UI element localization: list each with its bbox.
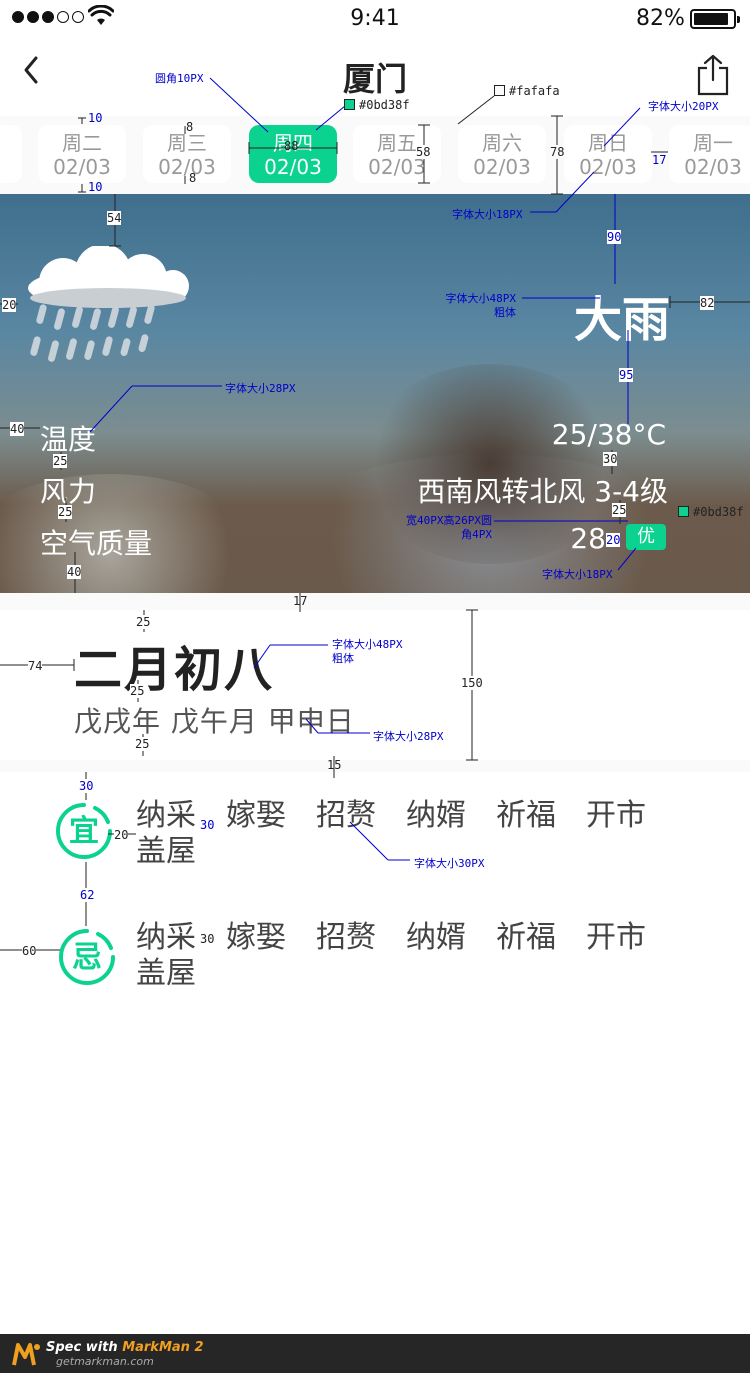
footer-brand: Spec with MarkMan 2 (46, 1340, 204, 1355)
spec-number: 15 (327, 758, 342, 772)
spec-number: 88 (284, 139, 299, 153)
spec-number: 82 (700, 296, 715, 310)
markman-logo-icon (12, 1343, 40, 1366)
spec-number: 74 (28, 659, 43, 673)
spec-number: 20 (114, 828, 129, 842)
spec-note: #0bd38f (678, 505, 744, 519)
spec-note: 圆角10PX (155, 72, 204, 85)
spec-note: 字体大小48PX 粗体 (332, 638, 403, 665)
spec-number: 25 (53, 454, 68, 468)
spec-number: 20 (606, 533, 621, 547)
spec-note: 字体大小28PX (225, 382, 296, 395)
spec-number: 25 (135, 737, 150, 751)
spec-note: 字体大小20PX (648, 100, 719, 113)
spec-number: 17 (293, 594, 308, 608)
spec-number: 40 (10, 422, 25, 436)
spec-note: 字体大小28PX (373, 730, 444, 743)
spec-number: 25 (130, 684, 145, 698)
spec-note: 宽40PX高26PX圆 角4PX (406, 514, 492, 541)
spec-number: 25 (612, 503, 627, 517)
spec-number: 30 (200, 932, 215, 946)
spec-number: 8 (189, 171, 197, 185)
spec-number: 90 (607, 230, 622, 244)
spec-number: 30 (79, 779, 94, 793)
spec-number: 58 (416, 145, 431, 159)
screen: 9:41 82% 厦门 3 周二02/03 周三02/03 周四02/03 周五… (0, 0, 750, 1373)
spec-number: 30 (200, 818, 215, 832)
spec-number: 20 (2, 298, 17, 312)
spec-number: 95 (619, 368, 634, 382)
spec-number: 25 (58, 505, 73, 519)
spec-number: 40 (67, 565, 82, 579)
footer-url: getmarkman.com (56, 1355, 154, 1368)
spec-number: 10 (88, 180, 103, 194)
spec-note: 字体大小18PX (542, 568, 613, 581)
spec-note: 字体大小30PX (414, 857, 485, 870)
spec-note: #0bd38f (344, 98, 410, 112)
spec-number: 25 (136, 615, 151, 629)
spec-number: 30 (603, 452, 618, 466)
spec-number: 10 (88, 111, 103, 125)
spec-note: #fafafa (494, 84, 560, 98)
spec-note: 字体大小48PX 粗体 (445, 292, 517, 319)
spec-number: 17 (652, 153, 667, 167)
spec-number: 8 (186, 120, 194, 134)
spec-number: 60 (22, 944, 37, 958)
spec-number: 150 (461, 676, 483, 690)
spec-number: 54 (107, 211, 122, 225)
spec-number: 78 (550, 145, 565, 159)
spec-number: 62 (80, 888, 95, 902)
spec-lines (0, 77, 750, 951)
spec-note: 字体大小18PX (452, 208, 523, 221)
